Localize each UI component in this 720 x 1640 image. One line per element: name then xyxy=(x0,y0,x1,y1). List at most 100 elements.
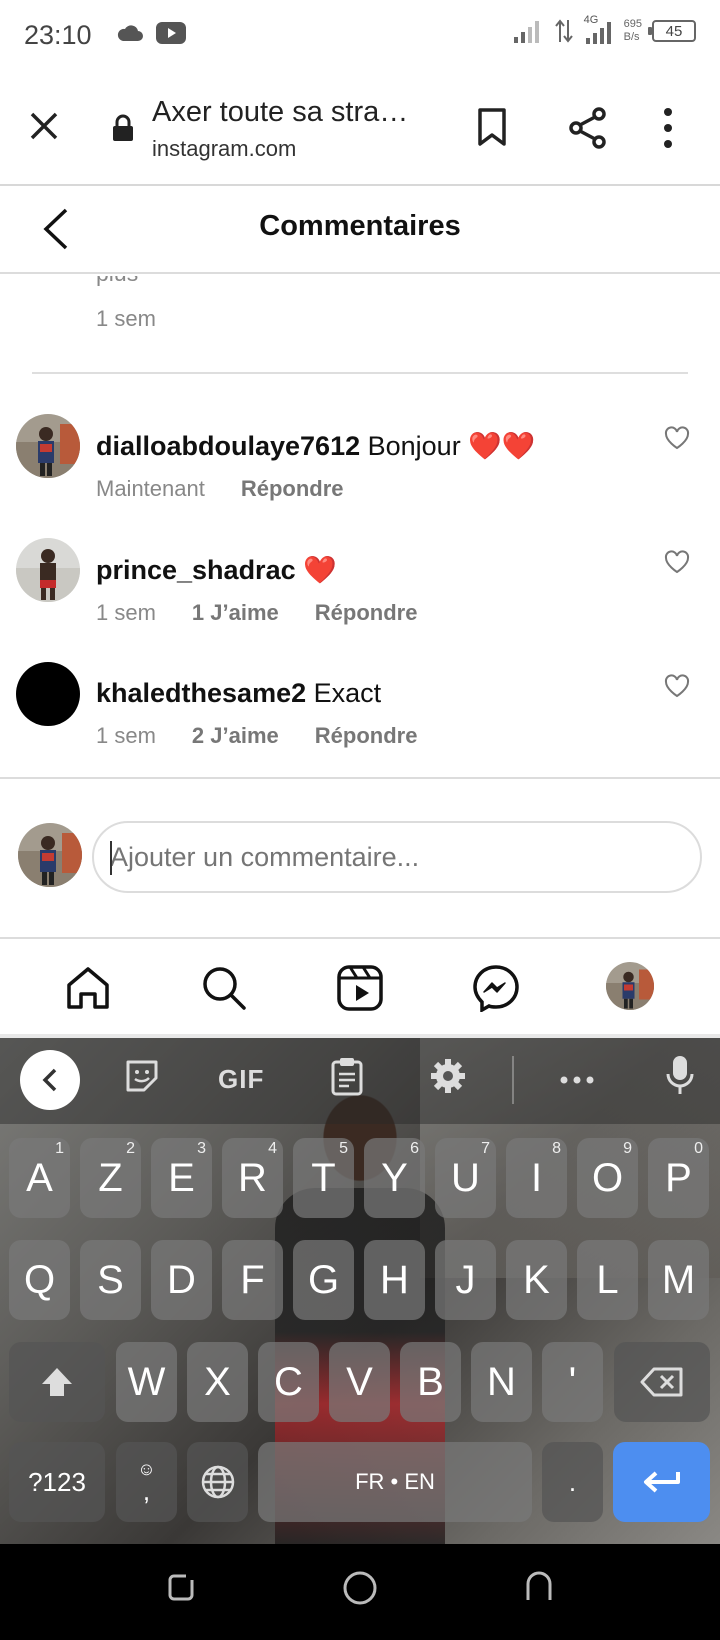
key-z[interactable]: Z2 xyxy=(80,1138,141,1218)
key-y[interactable]: Y6 xyxy=(364,1138,425,1218)
key-b[interactable]: B xyxy=(400,1342,461,1422)
comment-text: ❤️ xyxy=(303,555,337,585)
key-t[interactable]: T5 xyxy=(293,1138,354,1218)
more-options-icon[interactable] xyxy=(662,106,674,150)
sticker-icon[interactable] xyxy=(124,1058,160,1094)
bottom-navigation xyxy=(0,940,720,1038)
key-l[interactable]: L xyxy=(577,1240,638,1320)
space-key[interactable]: FR • EN xyxy=(258,1442,532,1522)
recent-apps-icon[interactable] xyxy=(164,1570,198,1604)
reply-button[interactable]: Répondre xyxy=(315,600,418,626)
likes-count[interactable]: 2 J’aime xyxy=(192,723,279,749)
heart-icon[interactable] xyxy=(664,550,690,574)
avatar[interactable] xyxy=(16,662,80,726)
comments-header: Commentaires xyxy=(0,186,720,274)
shift-arrow-icon xyxy=(42,1368,72,1396)
reels-icon[interactable] xyxy=(336,964,384,1012)
key-g[interactable]: G xyxy=(293,1240,354,1320)
system-navigation-bar xyxy=(0,1544,720,1640)
toolbar-divider xyxy=(512,1056,514,1104)
bookmark-icon[interactable] xyxy=(474,106,510,148)
key-k[interactable]: K xyxy=(506,1240,567,1320)
chevron-left-icon[interactable] xyxy=(20,1050,80,1110)
heart-icon[interactable] xyxy=(664,426,690,450)
key-d[interactable]: D xyxy=(151,1240,212,1320)
reply-button[interactable]: Répondre xyxy=(315,723,418,749)
browser-toolbar: Axer toute sa stra… instagram.com xyxy=(0,72,720,186)
key-q[interactable]: Q xyxy=(9,1240,70,1320)
key-p[interactable]: P0 xyxy=(648,1138,709,1218)
symbols-key[interactable]: ?123 xyxy=(9,1442,105,1522)
home-circle-icon[interactable] xyxy=(342,1570,378,1606)
key-w[interactable]: W xyxy=(116,1342,177,1422)
microphone-icon[interactable] xyxy=(666,1054,694,1096)
key-apostrophe[interactable]: ' xyxy=(542,1342,603,1422)
share-icon[interactable] xyxy=(568,106,608,150)
key-r[interactable]: R4 xyxy=(222,1138,283,1218)
key-m[interactable]: M xyxy=(648,1240,709,1320)
enter-key[interactable] xyxy=(613,1442,710,1522)
period-key[interactable]: . xyxy=(542,1442,603,1522)
backspace-key[interactable] xyxy=(614,1342,710,1422)
key-o[interactable]: O9 xyxy=(577,1138,638,1218)
profile-avatar-icon[interactable] xyxy=(606,962,654,1010)
key-n[interactable]: N xyxy=(471,1342,532,1422)
text-caret xyxy=(110,841,112,875)
messenger-icon[interactable] xyxy=(472,964,520,1012)
reply-button[interactable]: Répondre xyxy=(241,476,344,502)
key-hint: 7 xyxy=(481,1140,490,1157)
likes-count[interactable]: 1 J’aime xyxy=(192,600,279,626)
comment-username[interactable]: dialloabdoulaye7612 xyxy=(96,431,360,461)
key-label: A xyxy=(26,1155,53,1200)
search-icon[interactable] xyxy=(200,964,248,1012)
previous-comment-text: plus xyxy=(96,276,138,287)
key-v[interactable]: V xyxy=(329,1342,390,1422)
emoji-comma-key[interactable]: ☺ , xyxy=(116,1442,177,1522)
key-h[interactable]: H xyxy=(364,1240,425,1320)
comment-input[interactable] xyxy=(94,823,700,891)
key-e[interactable]: E3 xyxy=(151,1138,212,1218)
gif-button[interactable]: GIF xyxy=(218,1064,264,1095)
key-hint: 0 xyxy=(694,1140,703,1157)
comment-username[interactable]: khaledthesame2 xyxy=(96,678,306,708)
home-icon[interactable] xyxy=(64,964,112,1012)
language-key[interactable] xyxy=(187,1442,248,1522)
settings-gear-icon[interactable] xyxy=(430,1058,466,1094)
key-c[interactable]: C xyxy=(258,1342,319,1422)
shift-key[interactable] xyxy=(9,1342,105,1422)
key-label: T xyxy=(311,1155,336,1200)
key-i[interactable]: I8 xyxy=(506,1138,567,1218)
cloud-icon xyxy=(116,23,144,43)
key-j[interactable]: J xyxy=(435,1240,496,1320)
status-time: 23:10 xyxy=(24,20,92,50)
comment-input-wrapper[interactable] xyxy=(92,821,702,893)
comments-list[interactable]: plus 1 sem dialloabdoulaye7612 Bonjour ❤… xyxy=(0,276,720,776)
close-icon[interactable] xyxy=(28,110,60,142)
more-dots-icon[interactable] xyxy=(560,1076,594,1084)
key-u[interactable]: U7 xyxy=(435,1138,496,1218)
key-label: R xyxy=(238,1155,267,1200)
heart-icon[interactable] xyxy=(664,674,690,698)
key-hint: 8 xyxy=(552,1140,561,1157)
key-x[interactable]: X xyxy=(187,1342,248,1422)
avatar[interactable] xyxy=(16,414,80,478)
my-avatar xyxy=(18,823,82,887)
key-label: E xyxy=(168,1155,195,1200)
comment-username[interactable]: prince_shadrac xyxy=(96,555,296,585)
key-hint: 6 xyxy=(410,1140,419,1157)
key-a[interactable]: A1 xyxy=(9,1138,70,1218)
avatar[interactable] xyxy=(16,538,80,602)
globe-icon xyxy=(201,1465,234,1499)
key-s[interactable]: S xyxy=(80,1240,141,1320)
clipboard-icon[interactable] xyxy=(330,1056,364,1096)
backspace-icon xyxy=(640,1367,683,1397)
comment-item: dialloabdoulaye7612 Bonjour ❤️❤️ Mainten… xyxy=(0,414,720,540)
key-f[interactable]: F xyxy=(222,1240,283,1320)
back-nav-icon[interactable] xyxy=(522,1570,556,1604)
key-label: Y xyxy=(381,1155,408,1200)
key-label: O xyxy=(591,1155,624,1200)
keyboard-toolbar: GIF xyxy=(0,1038,720,1124)
net-speed-unit: B/s xyxy=(623,31,640,43)
signal-4g-icon: 4G xyxy=(584,14,614,44)
status-bar: 23:10 4G 695 B/s 45 xyxy=(0,0,720,72)
